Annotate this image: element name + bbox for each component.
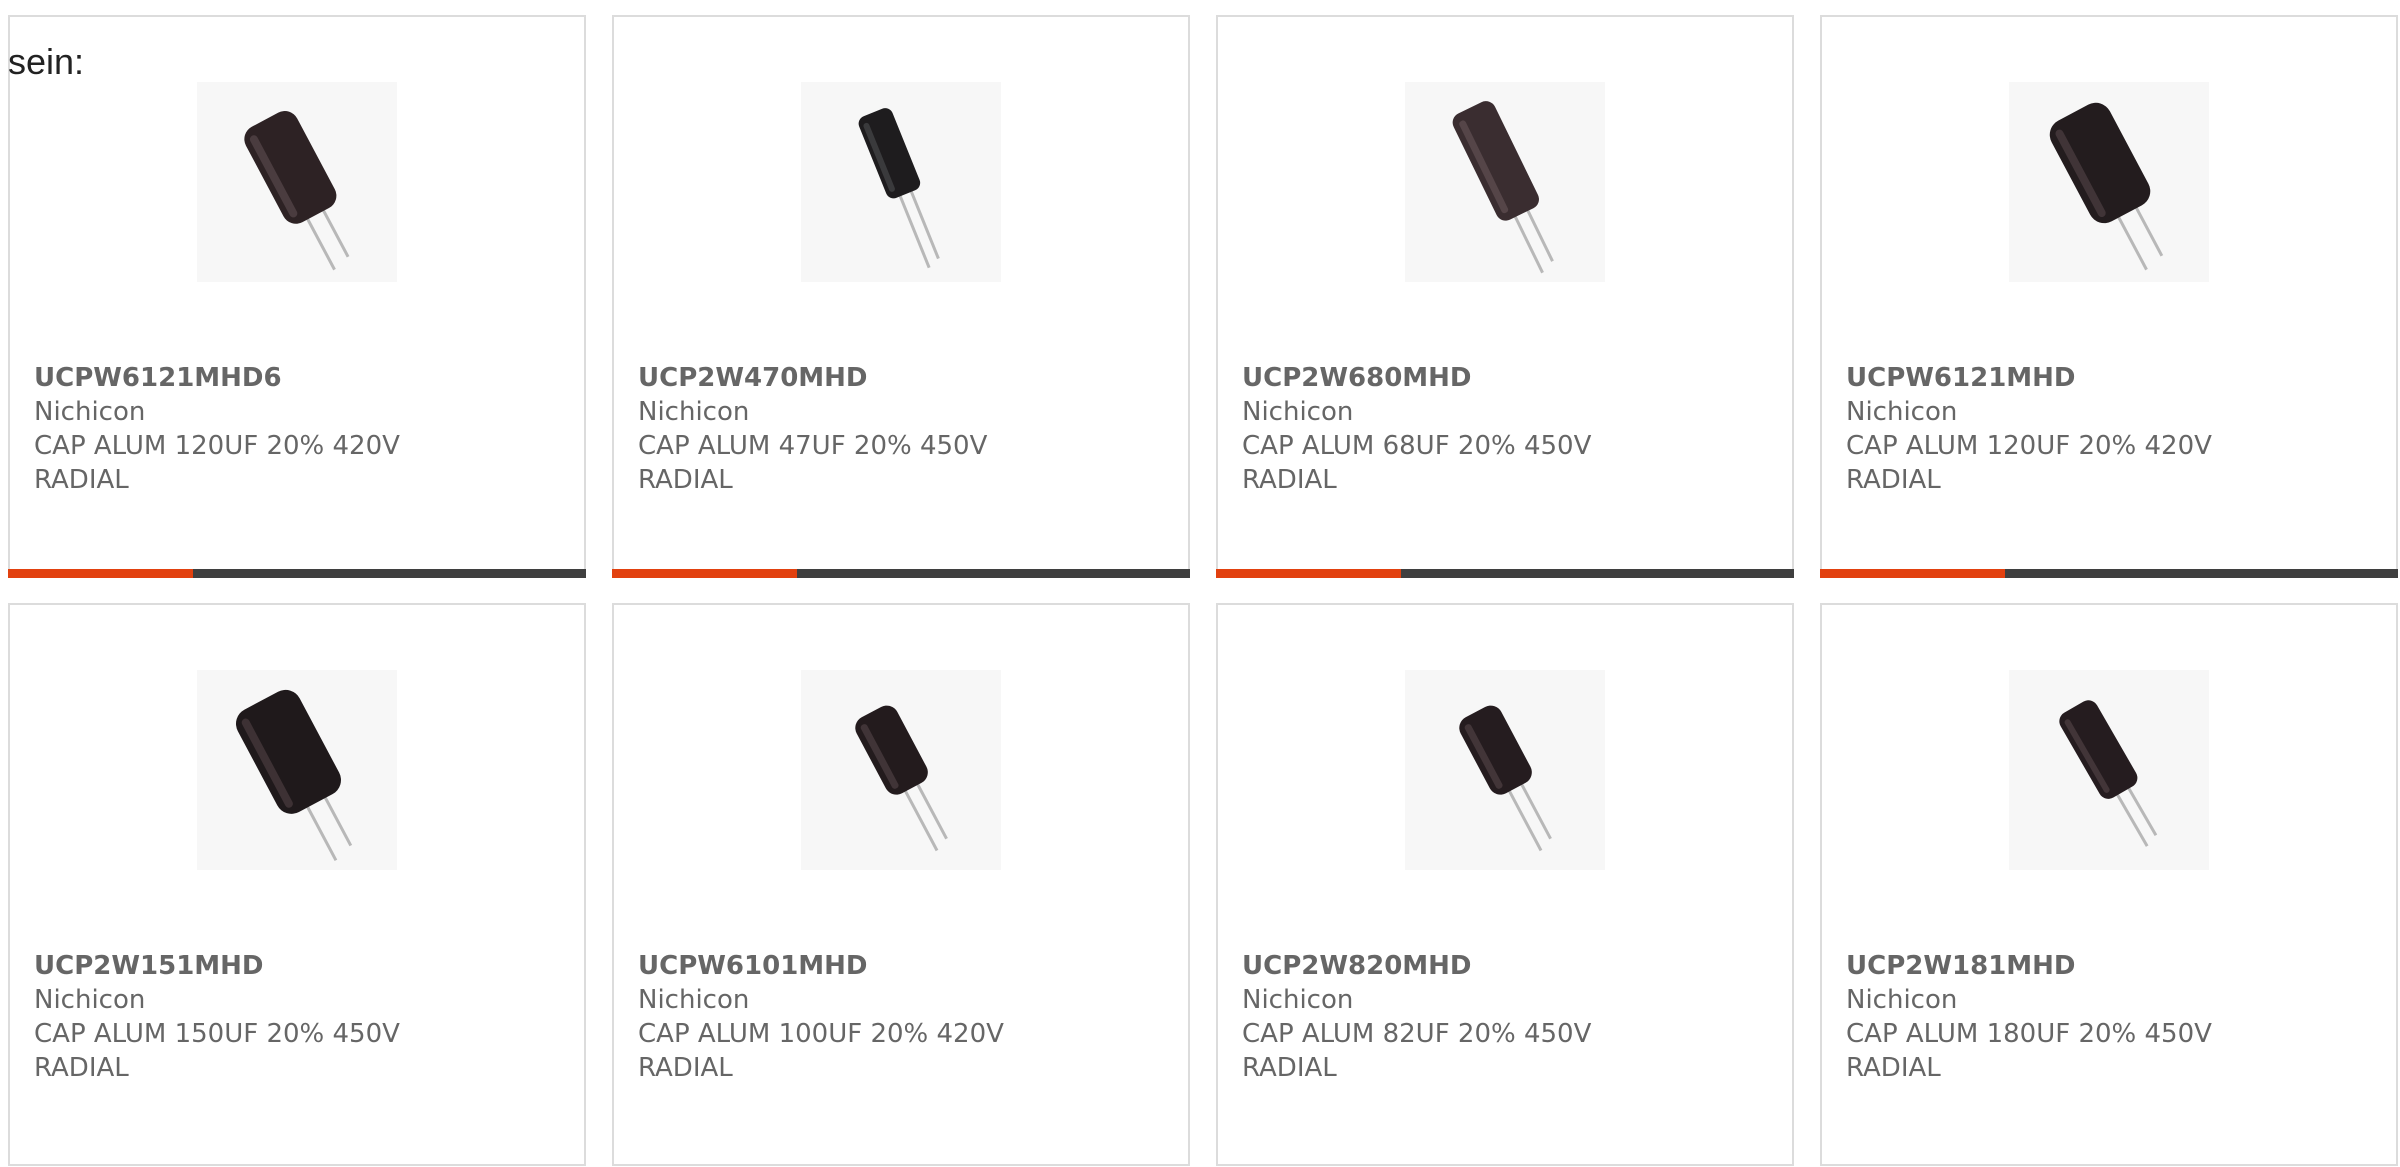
progress-fill: [8, 569, 193, 578]
product-card[interactable]: UCP2W181MHD Nichicon CAP ALUM 180UF 20% …: [1820, 603, 2398, 1166]
manufacturer: Nichicon: [1242, 397, 1354, 427]
part-number[interactable]: UCP2W680MHD: [1242, 361, 1591, 395]
package: RADIAL: [1846, 1053, 1941, 1083]
product-info: UCP2W181MHD Nichicon CAP ALUM 180UF 20% …: [1846, 949, 2212, 1085]
capacitor-icon: [244, 111, 350, 271]
part-number[interactable]: UCPW6121MHD: [1846, 361, 2212, 395]
product-image[interactable]: [801, 82, 1001, 282]
description: CAP ALUM 82UF 20% 450V: [1242, 1019, 1592, 1049]
product-info: UCPW6121MHD6 Nichicon CAP ALUM 120UF 20%…: [34, 361, 400, 497]
progress-bar: [8, 569, 586, 578]
package: RADIAL: [638, 465, 733, 495]
part-number[interactable]: UCP2W820MHD: [1242, 949, 1591, 983]
product-info: UCP2W470MHD Nichicon CAP ALUM 47UF 20% 4…: [638, 361, 987, 497]
manufacturer: Nichicon: [1846, 397, 1958, 427]
description: CAP ALUM 68UF 20% 450V: [1242, 431, 1592, 461]
manufacturer: Nichicon: [34, 985, 146, 1015]
product-image[interactable]: [1405, 670, 1605, 870]
product-image[interactable]: [197, 82, 397, 282]
package: RADIAL: [1846, 465, 1941, 495]
part-number[interactable]: UCP2W470MHD: [638, 361, 987, 395]
package: RADIAL: [638, 1053, 733, 1083]
progress-bar: [612, 569, 1190, 578]
progress-bar: [1820, 569, 2398, 578]
product-info: UCP2W820MHD Nichicon CAP ALUM 82UF 20% 4…: [1242, 949, 1591, 1085]
part-number[interactable]: UCP2W151MHD: [34, 949, 400, 983]
progress-fill: [1820, 569, 2005, 578]
intro-text: sein:: [8, 41, 85, 82]
manufacturer: Nichicon: [1846, 985, 1958, 1015]
capacitor-icon: [235, 689, 353, 861]
capacitor-icon: [2059, 700, 2158, 847]
product-grid: UCPW6121MHD6 Nichicon CAP ALUM 120UF 20%…: [8, 15, 2400, 1166]
manufacturer: Nichicon: [638, 397, 750, 427]
product-info: UCP2W151MHD Nichicon CAP ALUM 150UF 20% …: [34, 949, 400, 1085]
product-card[interactable]: UCP2W151MHD Nichicon CAP ALUM 150UF 20% …: [8, 603, 586, 1166]
progress-fill: [1216, 569, 1401, 578]
progress-fill: [612, 569, 797, 578]
description: CAP ALUM 120UF 20% 420V: [34, 431, 400, 461]
product-card[interactable]: UCPW6121MHD Nichicon CAP ALUM 120UF 20% …: [1820, 15, 2398, 578]
manufacturer: Nichicon: [638, 985, 750, 1015]
description: CAP ALUM 180UF 20% 450V: [1846, 1019, 2212, 1049]
part-number[interactable]: UCP2W181MHD: [1846, 949, 2212, 983]
product-info: UCPW6121MHD Nichicon CAP ALUM 120UF 20% …: [1846, 361, 2212, 497]
product-card[interactable]: UCP2W820MHD Nichicon CAP ALUM 82UF 20% 4…: [1216, 603, 1794, 1166]
product-image[interactable]: [2009, 670, 2209, 870]
package: RADIAL: [1242, 1053, 1337, 1083]
product-image[interactable]: [801, 670, 1001, 870]
capacitor-icon: [1452, 101, 1554, 274]
capacitor-icon: [855, 705, 948, 852]
product-info: UCPW6101MHD Nichicon CAP ALUM 100UF 20% …: [638, 949, 1004, 1085]
manufacturer: Nichicon: [34, 397, 146, 427]
description: CAP ALUM 47UF 20% 450V: [638, 431, 988, 461]
product-card[interactable]: UCP2W470MHD Nichicon CAP ALUM 47UF 20% 4…: [612, 15, 1190, 578]
capacitor-icon: [858, 108, 940, 269]
part-number[interactable]: UCPW6121MHD6: [34, 361, 400, 395]
package: RADIAL: [34, 465, 129, 495]
description: CAP ALUM 120UF 20% 420V: [1846, 431, 2212, 461]
manufacturer: Nichicon: [1242, 985, 1354, 1015]
part-number[interactable]: UCPW6101MHD: [638, 949, 1004, 983]
product-card[interactable]: UCPW6121MHD6 Nichicon CAP ALUM 120UF 20%…: [8, 15, 586, 578]
capacitor-icon: [2049, 102, 2164, 271]
capacitor-icon: [1459, 705, 1552, 852]
package: RADIAL: [1242, 465, 1337, 495]
product-image[interactable]: [197, 670, 397, 870]
product-card[interactable]: UCPW6101MHD Nichicon CAP ALUM 100UF 20% …: [612, 603, 1190, 1166]
progress-bar: [1216, 569, 1794, 578]
description: CAP ALUM 100UF 20% 420V: [638, 1019, 1004, 1049]
product-card[interactable]: UCP2W680MHD Nichicon CAP ALUM 68UF 20% 4…: [1216, 15, 1794, 578]
product-info: UCP2W680MHD Nichicon CAP ALUM 68UF 20% 4…: [1242, 361, 1591, 497]
product-image[interactable]: [1405, 82, 1605, 282]
product-image[interactable]: [2009, 82, 2209, 282]
description: CAP ALUM 150UF 20% 450V: [34, 1019, 400, 1049]
package: RADIAL: [34, 1053, 129, 1083]
